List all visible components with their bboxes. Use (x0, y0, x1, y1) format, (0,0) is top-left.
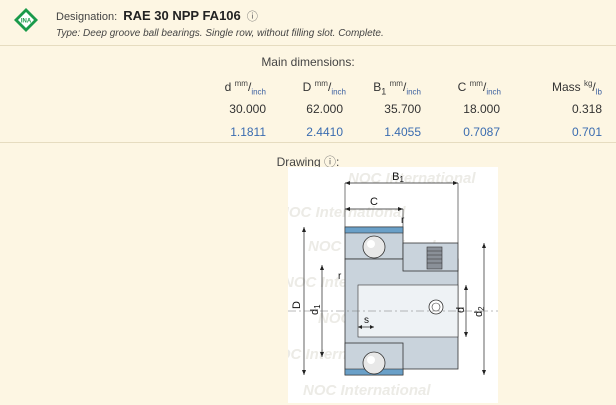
main-dimensions-section: Main dimensions: d mm/inch D mm/inch B1 … (0, 47, 616, 143)
label-s: s (364, 315, 369, 326)
designation-value: RAE 30 NPP FA106 (123, 8, 241, 23)
bearing-drawing-svg: NOC International NOC International NOC … (268, 170, 498, 399)
svg-text:NOC International: NOC International (348, 170, 476, 187)
value-C-metric: 18.000 (463, 102, 500, 116)
designation: Designation: RAE 30 NPP FA106 ⓘ (56, 8, 258, 24)
col-header-D: D mm/inch (302, 79, 346, 97)
value-B1-inch: 1.4055 (384, 125, 421, 139)
svg-text:INA: INA (21, 19, 32, 25)
value-mass-metric: 0.318 (571, 102, 602, 116)
col-header-C: C mm/inch (457, 79, 501, 97)
info-icon[interactable]: ⓘ (247, 11, 258, 23)
bearing-drawing: NOC International NOC International NOC … (268, 167, 498, 403)
col-header-mass: Mass kg/lb (551, 79, 602, 97)
product-header: INA Designation: RAE 30 NPP FA106 ⓘ Type… (0, 0, 616, 46)
main-dimensions-title: Main dimensions: (261, 55, 355, 69)
value-mass-inch: 0.701 (571, 125, 602, 139)
value-B1-metric: 35.700 (384, 102, 421, 116)
svg-text:NOC International: NOC International (288, 204, 406, 221)
label-d1: d1 (309, 304, 322, 315)
svg-text:NOC International: NOC International (303, 382, 431, 399)
bearing-type-text: Type: Deep groove ball bearings. Single … (56, 28, 384, 39)
col-header-d: d mm/inch (224, 79, 266, 97)
label-d: d (455, 307, 467, 313)
ina-logo-icon: INA (14, 8, 38, 32)
label-C: C (370, 196, 378, 208)
value-d-metric: 30.000 (229, 102, 266, 116)
label-d2: d2 (473, 306, 486, 317)
value-D-metric: 62.000 (306, 102, 343, 116)
designation-label: Designation: (56, 11, 118, 23)
label-D: D (291, 301, 303, 309)
value-d-inch: 1.1811 (230, 125, 266, 139)
col-header-B1: B1 mm/inch (373, 79, 421, 97)
value-C-inch: 0.7087 (463, 125, 500, 139)
value-D-inch: 2.4410 (306, 125, 343, 139)
